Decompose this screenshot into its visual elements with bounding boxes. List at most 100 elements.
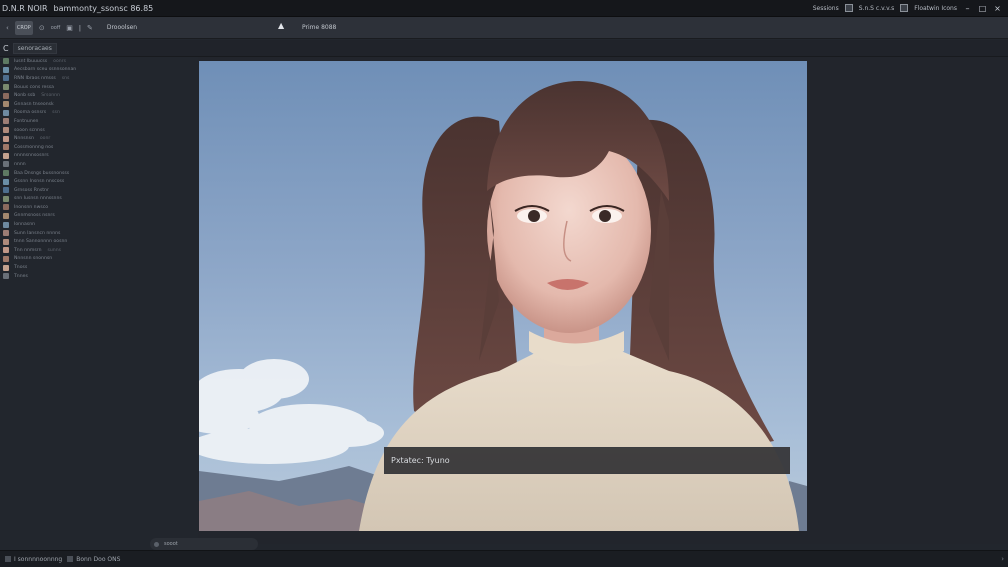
file-name: Tnoss — [14, 265, 28, 271]
triangle-icon[interactable]: ▲ — [278, 21, 284, 30]
thumbnail-icon — [3, 127, 9, 134]
maximize-button[interactable]: □ — [978, 4, 987, 13]
file-browser-sidebar: Iusnt Ibuuucss oonrs Aecsbarn sceu ssnnson… — [0, 57, 198, 544]
file-name: Sunn Iansncn nnnns — [14, 230, 61, 236]
crop-icon[interactable]: CROP — [14, 20, 33, 35]
stamp-icon[interactable]: ▣ — [66, 21, 73, 35]
title-left: D.N.R NOIR bammonty_ssonsc 86.85 — [0, 4, 153, 13]
file-list-item[interactable]: nnnn — [0, 160, 198, 169]
file-meta: sns — [61, 75, 70, 81]
clone-icon[interactable]: ooff — [51, 21, 61, 35]
divider-icon: ǀ — [78, 23, 81, 32]
file-list-item[interactable]: Nonb ssb Srsonnn — [0, 91, 198, 100]
file-list-item[interactable]: Inonsnn nwsco — [0, 203, 198, 212]
photo-editor-window: D.N.R NOIR bammonty_ssonsc 86.85 Session… — [0, 0, 1008, 567]
file-name: Iusnt Ibuuucss — [14, 58, 48, 64]
file-name: Baa Dnsngs bussnonsss — [14, 170, 70, 176]
floatwin-icon[interactable] — [900, 4, 909, 12]
title-bar: D.N.R NOIR bammonty_ssonsc 86.85 Session… — [0, 0, 1008, 17]
file-name: RNN Ibraos nmsss — [14, 75, 56, 81]
thumbnail-icon — [3, 109, 9, 116]
thumbnail-icon — [3, 238, 9, 245]
status-text-2: Bonn Doo ONS — [76, 555, 121, 563]
thumbnail-icon — [3, 178, 9, 185]
file-name: nnnn — [14, 161, 26, 167]
file-list-item[interactable]: Nnnsnn snonnsn — [0, 255, 198, 264]
file-name: Nonb ssb — [14, 93, 36, 99]
file-name: Grnsoss Rnstnr — [14, 187, 49, 193]
file-list-item[interactable]: Sunn Iansncn nnnns — [0, 229, 198, 238]
file-name: Tnn nnmsrn — [14, 247, 42, 253]
status-item-1[interactable]: I sonnnnoonnng — [5, 556, 62, 563]
file-name: Tnnes — [14, 273, 28, 279]
file-list-item[interactable]: Rooma osnsrs ssn — [0, 109, 198, 118]
thumbnail-icon — [3, 187, 9, 194]
thumbnail-icon — [3, 66, 9, 73]
file-name: Bouus cons ressa — [14, 84, 54, 90]
file-name: Aecsbarn sceu ssnnsonnan — [14, 67, 77, 73]
file-list-item[interactable]: Ionnasnn — [0, 220, 198, 229]
file-name: Ionnasnn — [14, 222, 36, 228]
thumbnail-icon — [3, 84, 9, 91]
arrow-icon[interactable]: ‹ — [6, 21, 9, 35]
thumbnail-icon — [3, 230, 9, 237]
file-name: sooon scnnss — [14, 127, 45, 133]
file-name: Cossmonnng nos — [14, 144, 54, 150]
thumbnail-icon — [3, 58, 9, 65]
file-list-item[interactable]: Baa Dnsngs bussnonsss — [0, 169, 198, 178]
file-list-item[interactable]: Tnn nnmsrn sunns — [0, 246, 198, 255]
thumbnail-icon — [3, 135, 9, 142]
file-name: tnnn Sannonnnn oosnn — [14, 239, 68, 245]
file-list-item[interactable]: Fontnunen — [0, 117, 198, 126]
mini-dock[interactable]: sooot — [150, 538, 258, 550]
close-button[interactable]: × — [993, 4, 1002, 13]
file-name: Rooma osnsrs — [14, 110, 47, 116]
file-list-item[interactable]: snn Iusnsn nnnssnns — [0, 195, 198, 204]
file-name: snn Iusnsn nnnssnns — [14, 196, 62, 202]
thumbnail-icon — [3, 152, 9, 159]
file-list-item[interactable]: Tnoss — [0, 263, 198, 272]
sessions-label[interactable]: Sessions — [813, 5, 839, 12]
thumbnail-icon — [3, 195, 9, 202]
file-list-item[interactable]: Gnnasn tnseonsk — [0, 100, 198, 109]
file-meta: oonr — [39, 136, 51, 142]
image-canvas[interactable]: Pxtatec: Tyuno — [199, 61, 807, 531]
file-name: Nnnsnsn — [14, 136, 34, 142]
file-list-item[interactable]: Grnsoss Rnstnr — [0, 186, 198, 195]
file-list-item[interactable]: Iusnt Ibuuucss oonrs — [0, 57, 198, 66]
thumbnail-icon — [3, 75, 9, 82]
lasso-icon[interactable]: ⊙ — [39, 21, 45, 35]
file-list-item[interactable]: Gnnmsnoss nsnrs — [0, 212, 198, 221]
thumbnail-icon — [3, 161, 9, 168]
file-list-item[interactable]: Nnnsnsn oonr — [0, 134, 198, 143]
file-list-item[interactable]: Tnnes — [0, 272, 198, 281]
thumbnail-icon — [3, 92, 9, 99]
status-right-icon[interactable]: › — [1001, 555, 1004, 563]
file-list-item[interactable]: Gssnn Insnsn nnscoss — [0, 177, 198, 186]
settings-label[interactable]: S.n.S c.v.v.s — [859, 5, 894, 12]
thumbnail-icon — [3, 264, 9, 271]
file-name: Fontnunen — [14, 118, 39, 124]
status-square-icon-2 — [67, 556, 74, 562]
file-meta: ssn — [52, 110, 60, 116]
image-viewer: Pxtatec: Tyuno — [198, 57, 1008, 544]
file-list-item[interactable]: nnnnsnnsosnrs — [0, 152, 198, 161]
thumbnail-icon — [3, 221, 9, 228]
status-item-2[interactable]: Bonn Doo ONS — [67, 556, 120, 563]
file-list-item[interactable]: Cossmonnng nos — [0, 143, 198, 152]
image-caption: Pxtatec: Tyuno — [384, 447, 790, 474]
caption-text: Pxtatec: Tyuno — [391, 456, 450, 465]
file-list-item[interactable]: tnnn Sannonnnn oosnn — [0, 237, 198, 246]
floatwin-label[interactable]: Floatwin Icons — [914, 5, 957, 12]
document-title: bammonty_ssonsc 86.85 — [53, 3, 154, 13]
folder-search-input[interactable]: senoracaes — [12, 42, 57, 54]
file-list-item[interactable]: sooon scnnss — [0, 126, 198, 135]
minimize-button[interactable]: – — [963, 4, 972, 13]
refresh-icon[interactable]: C — [3, 44, 9, 53]
file-list-item[interactable]: Aecsbarn sceu ssnnsonnan — [0, 66, 198, 75]
session-icon[interactable] — [844, 4, 853, 12]
brush-icon[interactable]: ✎ — [87, 21, 93, 35]
file-list-item[interactable]: Bouus cons ressa — [0, 83, 198, 92]
zoom-readout[interactable]: Prime 8088 — [302, 24, 336, 31]
file-list-item[interactable]: RNN Ibraos nmsss sns — [0, 74, 198, 83]
